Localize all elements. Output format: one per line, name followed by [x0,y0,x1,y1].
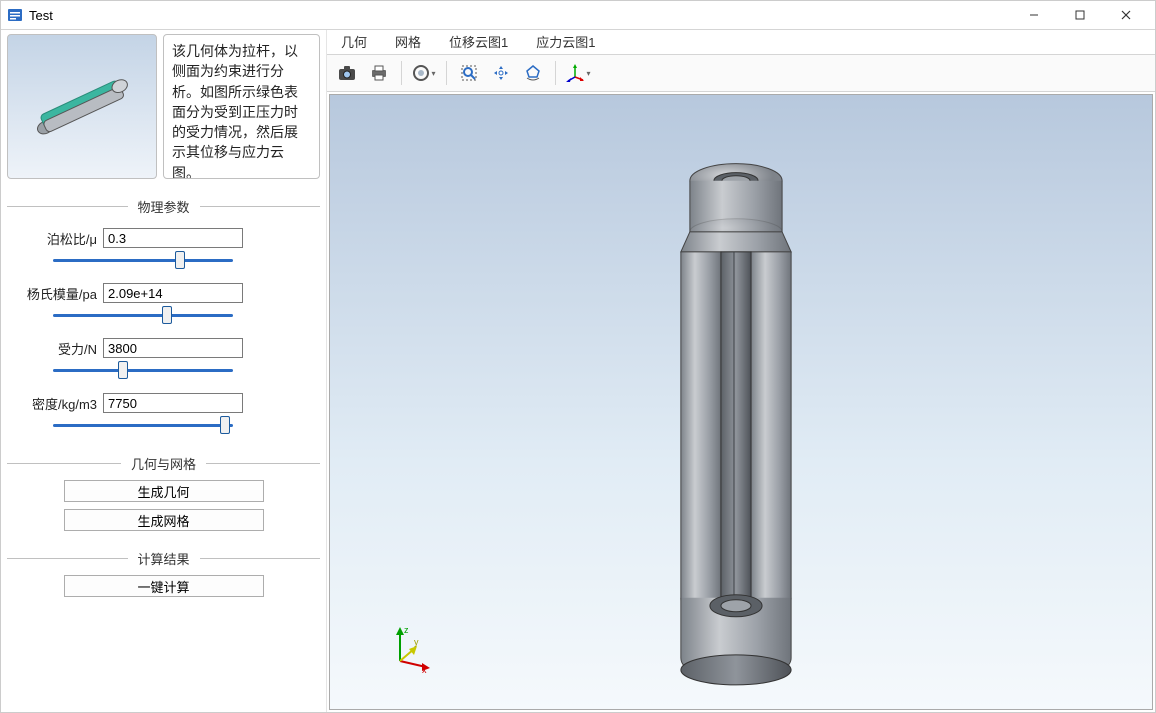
right-panel: 几何 网格 位移云图1 应力云图1 ▾ [326,30,1155,712]
print-button[interactable] [365,59,393,87]
param-young-slider[interactable] [53,307,233,323]
camera-icon [337,64,357,82]
param-density-row: 密度/kg/m3 [7,393,320,413]
param-density-input[interactable] [103,393,243,413]
param-poisson-label: 泊松比/μ [13,229,103,248]
tab-stress[interactable]: 应力云图1 [522,29,609,54]
pan-button[interactable] [487,59,515,87]
axis-icon [565,63,585,83]
param-force-input[interactable] [103,338,243,358]
app-window: Test 该几何体为拉 [0,0,1156,713]
svg-text:x: x [422,665,427,673]
info-row: 该几何体为拉杆，以侧面为约束进行分析。如图所示绿色表面分为受到正压力时的受力情况… [7,34,320,179]
param-poisson-input[interactable] [103,228,243,248]
param-density-label: 密度/kg/m3 [13,394,103,413]
thumbnail-model-icon [12,67,152,147]
app-icon [7,7,23,23]
shade-mode-button[interactable]: ▾ [410,59,438,87]
window-title: Test [29,8,1011,23]
tab-displacement[interactable]: 位移云图1 [435,29,522,54]
window-controls [1011,1,1149,29]
axis-triad: z x y [384,623,434,673]
titlebar: Test [1,1,1155,29]
section-geom-title: 几何与网格 [121,454,206,473]
section-result: 计算结果 一键计算 [7,549,320,597]
content-area: 该几何体为拉杆，以侧面为约束进行分析。如图所示绿色表面分为受到正压力时的受力情况… [1,29,1155,712]
camera-button[interactable] [333,59,361,87]
svg-text:y: y [414,637,419,647]
tab-mesh[interactable]: 网格 [381,29,435,54]
param-force-label: 受力/N [13,339,103,358]
compute-button[interactable]: 一键计算 [64,575,264,597]
toolbar-separator [555,61,556,85]
pan-icon [492,64,510,82]
viewport-toolbar: ▾ ▾ [327,54,1155,92]
param-poisson-row: 泊松比/μ [7,228,320,248]
thumbnail-viewport[interactable] [7,34,157,179]
svg-text:z: z [404,625,409,635]
print-icon [369,64,389,82]
left-panel: 该几何体为拉杆，以侧面为约束进行分析。如图所示绿色表面分为受到正压力时的受力情况… [1,30,326,712]
param-force-row: 受力/N [7,338,320,358]
rotate-button[interactable] [519,59,547,87]
zoom-icon [460,64,478,82]
axis-orientation-button[interactable]: ▾ [564,59,592,87]
param-density-slider[interactable] [53,417,233,433]
param-force-slider[interactable] [53,362,233,378]
close-button[interactable] [1103,1,1149,29]
rotate-icon [524,64,542,82]
param-young-row: 杨氏模量/pa [7,283,320,303]
model-display [330,95,1152,709]
toolbar-separator [446,61,447,85]
maximize-button[interactable] [1057,1,1103,29]
main-viewport[interactable]: z x y [329,94,1153,710]
minimize-button[interactable] [1011,1,1057,29]
section-result-title: 计算结果 [128,549,200,568]
param-young-input[interactable] [103,283,243,303]
section-geom: 几何与网格 生成几何 生成网格 [7,454,320,531]
param-young-label: 杨氏模量/pa [13,284,103,303]
tab-geometry[interactable]: 几何 [327,29,381,54]
generate-geometry-button[interactable]: 生成几何 [64,480,264,502]
tabbar: 几何 网格 位移云图1 应力云图1 [327,30,1155,54]
description-box: 该几何体为拉杆，以侧面为约束进行分析。如图所示绿色表面分为受到正压力时的受力情况… [163,34,320,179]
shade-icon [412,64,430,82]
section-params-title: 物理参数 [128,197,200,216]
generate-mesh-button[interactable]: 生成网格 [64,509,264,531]
zoom-fit-button[interactable] [455,59,483,87]
section-params: 物理参数 泊松比/μ 杨氏模量/pa 受力/N 密度/kg/m3 [7,197,320,436]
param-poisson-slider[interactable] [53,252,233,268]
toolbar-separator [401,61,402,85]
